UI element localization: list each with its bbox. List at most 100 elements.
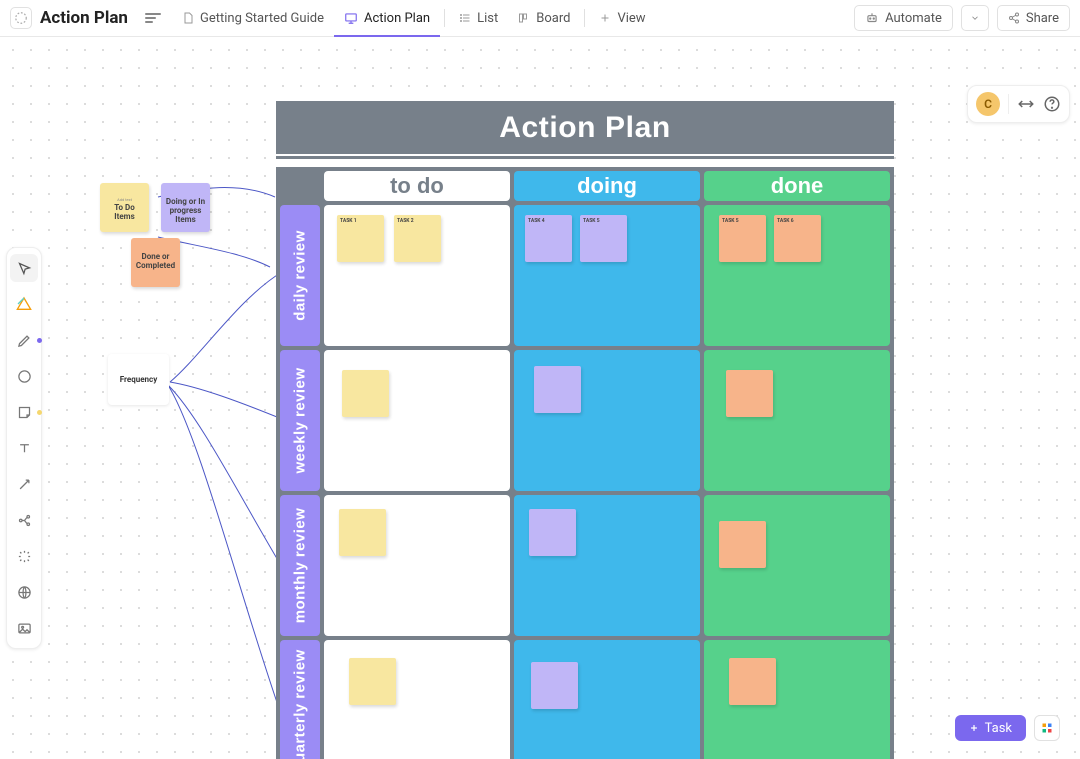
tool-sidebar bbox=[6, 247, 42, 649]
cell-daily-todo[interactable]: TASK 1 TASK 2 bbox=[324, 205, 510, 346]
menu-icon[interactable] bbox=[142, 7, 164, 29]
tab-label: View bbox=[617, 11, 645, 26]
sticky-note[interactable]: TASK 1 bbox=[337, 215, 384, 262]
row-monthly: monthly review bbox=[280, 495, 890, 636]
automate-dropdown[interactable] bbox=[961, 5, 989, 31]
cell-quarterly-done[interactable] bbox=[704, 640, 890, 759]
new-task-button[interactable]: Task bbox=[955, 715, 1026, 741]
cell-weekly-todo[interactable] bbox=[324, 350, 510, 491]
tool-text[interactable] bbox=[10, 434, 38, 462]
tab-getting-started[interactable]: Getting Started Guide bbox=[172, 0, 334, 36]
col-header-done: done bbox=[704, 171, 890, 201]
sticky-note[interactable]: TASK 6 bbox=[774, 215, 821, 262]
doc-icon bbox=[182, 11, 194, 25]
tool-sticky[interactable] bbox=[10, 398, 38, 426]
row-label-monthly: monthly review bbox=[280, 495, 320, 636]
divider bbox=[444, 9, 445, 27]
plus-icon bbox=[599, 12, 611, 24]
sticky-note[interactable] bbox=[726, 370, 773, 417]
action-plan-board: Action Plan to do doing done daily revie… bbox=[276, 101, 894, 759]
task-label: Task bbox=[985, 721, 1012, 736]
sticky-note[interactable]: TASK 2 bbox=[394, 215, 441, 262]
add-view[interactable]: View bbox=[589, 0, 655, 36]
sticky-note[interactable] bbox=[529, 509, 576, 556]
cell-monthly-doing[interactable] bbox=[514, 495, 700, 636]
nav-tabs: Getting Started Guide Action Plan List B… bbox=[172, 0, 656, 36]
whiteboard-icon bbox=[344, 11, 358, 25]
cell-quarterly-doing[interactable] bbox=[514, 640, 700, 759]
sticky-note[interactable] bbox=[349, 658, 396, 705]
page-title: Action Plan bbox=[40, 8, 128, 28]
tool-ai[interactable] bbox=[10, 542, 38, 570]
cell-weekly-doing[interactable] bbox=[514, 350, 700, 491]
tab-list[interactable]: List bbox=[449, 0, 508, 36]
help-icon[interactable] bbox=[1043, 95, 1061, 113]
tool-image[interactable] bbox=[10, 614, 38, 642]
sticky-note[interactable]: TASK 5 bbox=[580, 215, 627, 262]
cell-daily-doing[interactable]: TASK 4 TASK 5 bbox=[514, 205, 700, 346]
cell-daily-done[interactable]: TASK 5 TASK 6 bbox=[704, 205, 890, 346]
robot-icon bbox=[865, 11, 879, 25]
tab-label: List bbox=[477, 11, 498, 26]
share-icon bbox=[1008, 12, 1020, 24]
sticky-note[interactable] bbox=[339, 509, 386, 556]
share-label: Share bbox=[1026, 11, 1059, 26]
user-avatar[interactable]: C bbox=[976, 92, 1000, 116]
tool-select[interactable] bbox=[10, 254, 38, 282]
legend-todo[interactable]: Add textTo Do Items bbox=[100, 183, 149, 232]
frequency-node[interactable]: Frequency bbox=[108, 354, 169, 405]
row-quarterly: quarterly review bbox=[280, 640, 890, 759]
tab-label: Action Plan bbox=[364, 11, 430, 26]
floating-actions: Task bbox=[955, 715, 1060, 741]
tool-shapes[interactable] bbox=[10, 290, 38, 318]
cell-monthly-todo[interactable] bbox=[324, 495, 510, 636]
list-icon bbox=[459, 12, 471, 24]
tool-web[interactable] bbox=[10, 578, 38, 606]
sticky-note[interactable] bbox=[342, 370, 389, 417]
tab-label: Board bbox=[536, 11, 570, 26]
sticky-note[interactable]: TASK 5 bbox=[719, 215, 766, 262]
sticky-note[interactable] bbox=[719, 521, 766, 568]
board-title: Action Plan bbox=[499, 111, 671, 145]
tab-board[interactable]: Board bbox=[508, 0, 580, 36]
tool-pen[interactable] bbox=[10, 326, 38, 354]
tool-connector[interactable] bbox=[10, 470, 38, 498]
workspace-icon[interactable] bbox=[10, 7, 32, 29]
board-title-bar: Action Plan bbox=[276, 101, 894, 154]
cell-quarterly-todo[interactable] bbox=[324, 640, 510, 759]
apps-button[interactable] bbox=[1034, 715, 1060, 741]
automate-label: Automate bbox=[885, 11, 942, 26]
whiteboard-canvas[interactable]: C Add textTo Do Items Doing or In progre… bbox=[0, 37, 1080, 759]
automate-button[interactable]: Automate bbox=[854, 5, 953, 31]
share-button[interactable]: Share bbox=[997, 5, 1070, 31]
legend-label: To Do Items bbox=[114, 203, 135, 221]
grid-icon bbox=[1041, 722, 1053, 734]
tab-label: Getting Started Guide bbox=[200, 11, 324, 26]
legend-done[interactable]: Done or Completed bbox=[131, 238, 180, 287]
legend-doing[interactable]: Doing or In progress Items bbox=[161, 183, 210, 232]
tool-circle[interactable] bbox=[10, 362, 38, 390]
chevron-down-icon bbox=[970, 13, 980, 23]
sticky-note[interactable] bbox=[531, 662, 578, 709]
sticky-note[interactable] bbox=[534, 366, 581, 413]
cell-monthly-done[interactable] bbox=[704, 495, 890, 636]
plus-icon bbox=[969, 723, 979, 733]
row-label-weekly: weekly review bbox=[280, 350, 320, 491]
board-grid: daily review TASK 1 TASK 2 TASK 4 TASK 5… bbox=[276, 205, 894, 759]
column-headers: to do doing done bbox=[276, 167, 894, 205]
tool-mindmap[interactable] bbox=[10, 506, 38, 534]
sticky-note[interactable]: TASK 4 bbox=[525, 215, 572, 262]
top-bar: Action Plan Getting Started Guide Action… bbox=[0, 0, 1080, 37]
row-label-daily: daily review bbox=[280, 205, 320, 346]
tab-action-plan[interactable]: Action Plan bbox=[334, 0, 440, 36]
divider bbox=[584, 9, 585, 27]
legend-label: Done or Completed bbox=[136, 252, 175, 270]
row-weekly: weekly review bbox=[280, 350, 890, 491]
collab-panel: C bbox=[967, 85, 1070, 123]
board-icon bbox=[518, 12, 530, 24]
cell-weekly-done[interactable] bbox=[704, 350, 890, 491]
legend-label: Doing or In progress Items bbox=[166, 197, 205, 224]
fit-icon[interactable] bbox=[1017, 95, 1035, 113]
sticky-note[interactable] bbox=[729, 658, 776, 705]
row-daily: daily review TASK 1 TASK 2 TASK 4 TASK 5… bbox=[280, 205, 890, 346]
